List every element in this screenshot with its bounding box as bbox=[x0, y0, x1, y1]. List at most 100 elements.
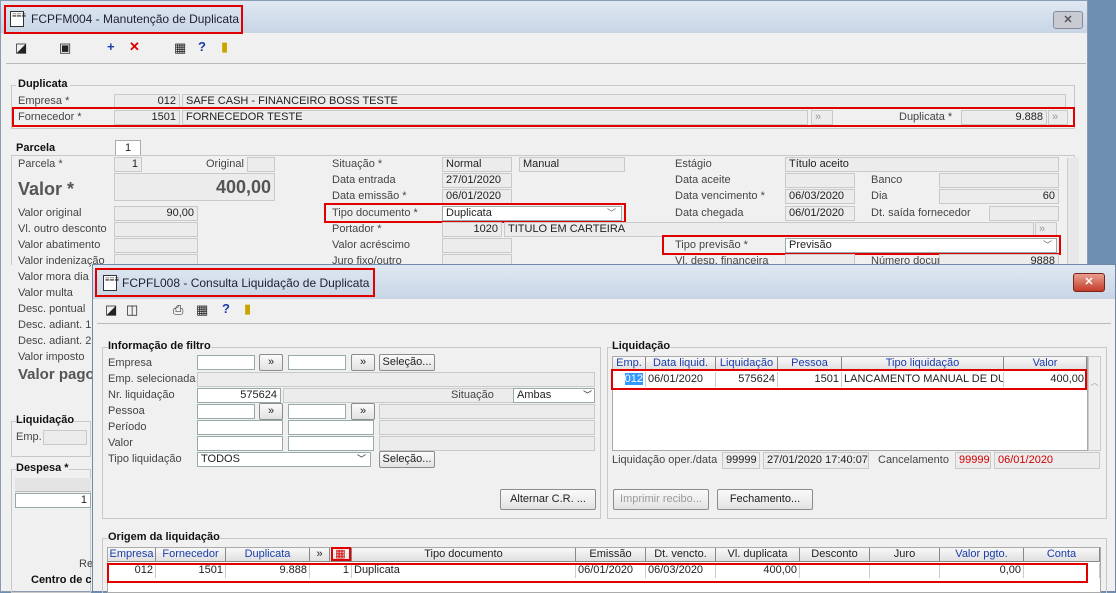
imprimir-recibo-button[interactable]: Imprimir recibo... bbox=[613, 489, 709, 510]
main-title-highlight bbox=[4, 5, 243, 34]
orig-col-desconto[interactable]: Desconto bbox=[800, 548, 870, 562]
situacao-tipo[interactable]: Manual bbox=[519, 157, 625, 172]
dt-saida-field[interactable] bbox=[989, 206, 1059, 221]
add-icon[interactable]: + bbox=[107, 39, 115, 55]
save-icon[interactable]: ▣ bbox=[59, 40, 71, 56]
valor-acrescimo-field[interactable] bbox=[442, 238, 512, 253]
filtro-empresa-to[interactable] bbox=[288, 355, 346, 370]
desc-pontual-label: Desc. pontual bbox=[18, 303, 86, 315]
tipo-liquidacao-chevron-icon[interactable]: ﹀ bbox=[357, 452, 366, 465]
orig-col-duplicata[interactable]: Duplicata bbox=[226, 548, 310, 562]
emp-selecionada-label: Emp. selecionada bbox=[108, 373, 196, 385]
original-label: Original bbox=[206, 158, 244, 170]
situacao-label: Situação * bbox=[332, 158, 383, 170]
filtro-empresa-from[interactable] bbox=[197, 355, 255, 370]
dialog-close-button[interactable]: ✕ bbox=[1073, 273, 1105, 292]
cancel-date: 06/01/2020 bbox=[994, 452, 1100, 469]
orig-col-expand[interactable]: » bbox=[310, 548, 330, 562]
selecao-button-2[interactable]: Seleção... bbox=[379, 451, 435, 468]
orig-col-empresa[interactable]: Empresa bbox=[108, 548, 156, 562]
valor-value[interactable]: 400,00 bbox=[114, 173, 275, 201]
dialog-copy-icon[interactable]: ◫ bbox=[126, 302, 138, 318]
help-icon[interactable]: ? bbox=[198, 39, 206, 55]
filtro-section-label: Informação de filtro bbox=[108, 340, 211, 352]
data-entrada-value[interactable]: 27/01/2020 bbox=[442, 173, 512, 188]
orig-col-fornecedor[interactable]: Fornecedor bbox=[156, 548, 226, 562]
data-emissao-label: Data emissão * bbox=[332, 190, 407, 202]
orig-col-juro[interactable]: Juro bbox=[870, 548, 940, 562]
valor-from[interactable] bbox=[197, 436, 283, 451]
portador-label: Portador * bbox=[332, 223, 382, 235]
liq-oper-label: Liquidação oper./data bbox=[612, 454, 718, 466]
orig-col-vencto[interactable]: Dt. vencto. bbox=[646, 548, 716, 562]
filtro-situacao-label: Situação bbox=[451, 389, 494, 401]
valor-acrescimo-label: Valor acréscimo bbox=[332, 239, 411, 251]
banco-field[interactable] bbox=[939, 173, 1059, 188]
parcela-section-label: Parcela bbox=[16, 142, 56, 154]
dialog-exit-icon[interactable]: ◪ bbox=[105, 302, 117, 318]
dialog-calendar-icon[interactable]: ▦ bbox=[196, 302, 208, 318]
orig-col-conta[interactable]: Conta bbox=[1024, 548, 1100, 562]
door-icon[interactable]: ▮ bbox=[221, 39, 228, 55]
parcela-value[interactable]: 1 bbox=[114, 157, 142, 172]
valor-original-label: Valor original bbox=[18, 207, 82, 219]
estagio-value[interactable]: Título aceito bbox=[785, 157, 1059, 172]
banco-label: Banco bbox=[871, 174, 903, 186]
data-emissao-value[interactable]: 06/01/2020 bbox=[442, 189, 512, 204]
estagio-label: Estágio bbox=[675, 158, 712, 170]
print-icon[interactable]: ⎙ bbox=[173, 302, 183, 318]
dialog-toolbar-divider bbox=[97, 323, 1111, 324]
data-chegada-value[interactable]: 06/01/2020 bbox=[785, 206, 855, 221]
periodo-to[interactable] bbox=[288, 420, 374, 435]
orig-col-tipo[interactable]: Tipo documento bbox=[352, 548, 576, 562]
delete-icon[interactable]: ✕ bbox=[129, 39, 140, 55]
nr-liquidacao-label: Nr. liquidação bbox=[108, 389, 175, 401]
calendar-icon[interactable]: ▦ bbox=[174, 40, 186, 56]
left-emp-field[interactable] bbox=[43, 430, 87, 445]
abatimento-field[interactable] bbox=[114, 238, 198, 253]
orig-col-vl-duplicata[interactable]: Vl. duplicata bbox=[716, 548, 800, 562]
parcela-label: Parcela * bbox=[18, 158, 63, 170]
imposto-label: Valor imposto bbox=[18, 351, 85, 363]
parcela-tab[interactable]: 1 bbox=[115, 140, 141, 156]
exit-icon[interactable]: ◪ bbox=[15, 40, 27, 56]
tipo-liquidacao-select[interactable]: TODOS bbox=[197, 452, 371, 467]
data-aceite-field[interactable] bbox=[785, 173, 855, 188]
left-emp-label: Emp. bbox=[16, 431, 42, 443]
outro-desconto-field[interactable] bbox=[114, 222, 198, 237]
liquidacao-scrollbar[interactable]: ︿ bbox=[1088, 356, 1101, 451]
pessoa-name bbox=[379, 404, 595, 419]
main-scrollbar[interactable] bbox=[1067, 158, 1079, 268]
valor-original-value[interactable]: 90,00 bbox=[114, 206, 198, 221]
data-vencimento-value[interactable]: 06/03/2020 bbox=[785, 189, 855, 204]
pessoa-next[interactable]: » bbox=[259, 403, 283, 420]
fechamento-button[interactable]: Fechamento... bbox=[717, 489, 813, 510]
periodo-label: Período bbox=[108, 421, 147, 433]
selecao-button-1[interactable]: Seleção... bbox=[379, 354, 435, 371]
alternar-cr-button[interactable]: Alternar C.R. ... bbox=[500, 489, 596, 510]
pessoa-next2[interactable]: » bbox=[351, 403, 375, 420]
valor-to[interactable] bbox=[288, 436, 374, 451]
pessoa-to[interactable] bbox=[288, 404, 346, 419]
situacao-value[interactable]: Normal bbox=[442, 157, 512, 172]
pessoa-from[interactable] bbox=[197, 404, 255, 419]
orig-col-valor-pgto[interactable]: Valor pgto. bbox=[940, 548, 1024, 562]
dia-value[interactable]: 60 bbox=[939, 189, 1059, 204]
desc-adiant2-label: Desc. adiant. 2 bbox=[18, 335, 92, 347]
filtro-empresa-next[interactable]: » bbox=[259, 354, 283, 371]
despesa-row-value[interactable]: 1 bbox=[15, 493, 91, 508]
portador-code[interactable]: 1020 bbox=[442, 222, 502, 237]
periodo-from[interactable] bbox=[197, 420, 283, 435]
abatimento-label: Valor abatimento bbox=[18, 239, 101, 251]
close-button[interactable]: ✕ bbox=[1053, 11, 1083, 29]
nr-liquidacao-input[interactable]: 575624 bbox=[197, 388, 281, 403]
re-label: Re bbox=[79, 558, 94, 570]
data-entrada-label: Data entrada bbox=[332, 174, 396, 186]
dialog-door-icon[interactable]: ▮ bbox=[244, 301, 251, 317]
filtro-empresa-next2[interactable]: » bbox=[351, 354, 375, 371]
orig-col-emissao[interactable]: Emissão bbox=[576, 548, 646, 562]
original-field bbox=[247, 157, 275, 172]
filtro-situacao-chevron-icon[interactable]: ﹀ bbox=[583, 388, 592, 401]
cancelamento-label: Cancelamento bbox=[878, 454, 949, 466]
dialog-help-icon[interactable]: ? bbox=[222, 301, 230, 317]
